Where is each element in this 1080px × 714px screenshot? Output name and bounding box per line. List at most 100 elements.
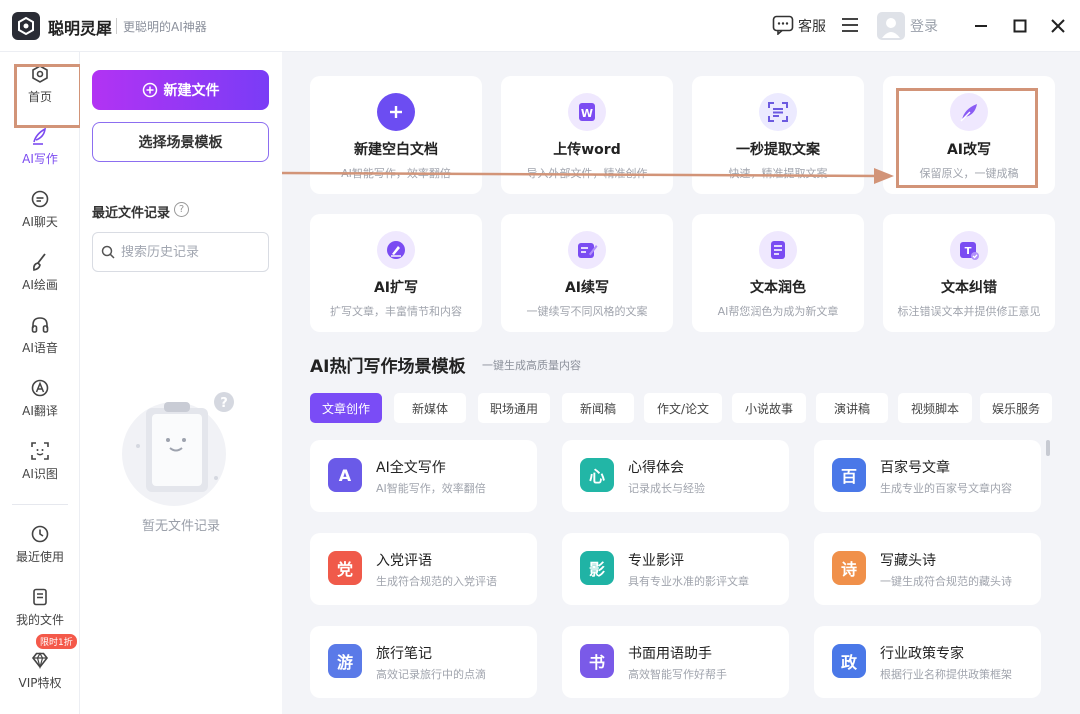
- tab-video-script[interactable]: 视频脚本: [898, 393, 972, 423]
- nav-label: 最近使用: [15, 550, 64, 564]
- recent-files-title: 最近文件记录: [92, 206, 171, 221]
- template-sub: 根据行业名称提供政策框架: [880, 668, 1012, 681]
- search-box[interactable]: [92, 232, 269, 272]
- template-card[interactable]: 百 百家号文章 生成专业的百家号文章内容: [814, 440, 1041, 512]
- nav-item-ai-recognize[interactable]: AI识图: [0, 435, 80, 491]
- template-sub: 高效记录旅行中的点滴: [376, 668, 486, 681]
- avatar[interactable]: [877, 12, 905, 40]
- search-icon: [101, 245, 115, 259]
- main-content: 新建空白文档 AI智能写作，效率翻倍 W 上传word 导入外部文件，精准创作 …: [282, 52, 1080, 714]
- nav-label: AI识图: [22, 467, 58, 481]
- template-card[interactable]: A AI全文写作 AI智能写作，效率翻倍: [310, 440, 537, 512]
- empty-clipboard-icon: ?: [112, 384, 252, 518]
- feature-sub: 一键续写不同风格的文案: [526, 305, 648, 318]
- highlight-box-nav: [14, 64, 82, 128]
- section-subtitle: 一键生成高质量内容: [482, 359, 581, 372]
- title-bar: 聪明灵犀 更聪明的AI神器 客服 登录: [0, 0, 1080, 52]
- select-template-button[interactable]: 选择场景模板: [92, 122, 269, 162]
- tab-press-release[interactable]: 新闻稿: [562, 393, 634, 423]
- template-sub: 生成符合规范的入党评语: [376, 575, 497, 588]
- file-icon: [33, 588, 47, 606]
- file-panel: 新建文件 选择场景模板 最近文件记录 ? ? 暂无文件记录: [80, 52, 282, 714]
- nav-item-ai-writing[interactable]: AI写作: [0, 120, 80, 176]
- app-slogan: 更聪明的AI神器: [123, 20, 207, 34]
- template-title: 书面用语助手: [628, 646, 712, 662]
- nav-item-ai-painting[interactable]: AI绘画: [0, 246, 80, 302]
- poem-icon: 诗: [832, 551, 866, 585]
- maximize-icon[interactable]: [1007, 13, 1033, 39]
- nav-item-vip[interactable]: VIP特权: [0, 644, 80, 700]
- nav-label: AI翻译: [22, 404, 58, 418]
- party-icon: 党: [328, 551, 362, 585]
- login-link[interactable]: 登录: [910, 16, 938, 36]
- main-nav: 首页 AI写作 AI聊天 AI绘画 AI语音 AI翻译 AI识图 最近使用 我的…: [0, 52, 80, 714]
- customer-service-link[interactable]: 客服: [798, 16, 826, 36]
- title-separator: [116, 18, 117, 34]
- baijia-icon: 百: [832, 458, 866, 492]
- template-title: 行业政策专家: [880, 646, 964, 662]
- brush-icon: [33, 253, 46, 271]
- nav-label: VIP特权: [18, 676, 62, 690]
- plus-circle-icon: [142, 82, 157, 98]
- template-card[interactable]: 影 专业影评 具有专业水准的影评文章: [562, 533, 789, 605]
- nav-item-my-files[interactable]: 我的文件: [0, 581, 80, 637]
- tab-novel[interactable]: 小说故事: [732, 393, 806, 423]
- tab-workplace[interactable]: 职场通用: [478, 393, 550, 423]
- tab-entertainment[interactable]: 娱乐服务: [980, 393, 1052, 423]
- clock-icon: [31, 525, 49, 543]
- scan-icon: [31, 442, 49, 460]
- nav-label: AI语音: [22, 341, 58, 355]
- section-title: AI热门写作场景模板: [310, 357, 466, 377]
- nav-label: AI绘画: [22, 278, 58, 292]
- diamond-icon: [31, 652, 49, 670]
- template-card[interactable]: 心 心得体会 记录成长与经验: [562, 440, 789, 512]
- template-sub: 具有专业水准的影评文章: [628, 575, 749, 588]
- annotation-arrow-icon: [282, 168, 894, 184]
- feature-title: 文本纠错: [941, 280, 997, 296]
- nav-item-ai-chat[interactable]: AI聊天: [0, 183, 80, 239]
- tab-speech[interactable]: 演讲稿: [816, 393, 888, 423]
- minimize-icon[interactable]: [968, 13, 994, 39]
- translate-icon: [31, 379, 49, 397]
- nav-label: AI聊天: [22, 215, 58, 229]
- template-card[interactable]: 党 入党评语 生成符合规范的入党评语: [310, 533, 537, 605]
- nav-item-ai-voice[interactable]: AI语音: [0, 309, 80, 365]
- nav-label: 我的文件: [15, 613, 64, 627]
- empty-state-text: 暂无文件记录: [141, 519, 220, 534]
- menu-icon[interactable]: [842, 18, 858, 32]
- scrollbar[interactable]: [1046, 440, 1050, 456]
- search-input[interactable]: [121, 244, 251, 260]
- template-card[interactable]: 游 旅行笔记 高效记录旅行中的点滴: [310, 626, 537, 698]
- template-sub: 高效智能写作好帮手: [628, 668, 727, 681]
- nav-item-recent[interactable]: 最近使用: [0, 518, 80, 574]
- template-sub: AI智能写作，效率翻倍: [376, 482, 486, 495]
- tab-essay[interactable]: 作文/论文: [644, 393, 722, 423]
- app-name: 聪明灵犀: [48, 19, 113, 38]
- template-title: 入党评语: [376, 553, 432, 569]
- feature-title: AI续写: [564, 280, 610, 296]
- template-title: 写藏头诗: [880, 553, 936, 569]
- ai-write-icon: A: [328, 458, 362, 492]
- template-card[interactable]: 书 书面用语助手 高效智能写作好帮手: [562, 626, 789, 698]
- template-title: AI全文写作: [376, 460, 446, 476]
- template-sub: 记录成长与经验: [628, 482, 705, 495]
- notebook-icon: 心: [580, 458, 614, 492]
- new-file-label: 新建文件: [163, 83, 220, 99]
- template-card[interactable]: 诗 写藏头诗 一键生成符合规范的藏头诗: [814, 533, 1041, 605]
- pen-icon: [33, 127, 46, 145]
- feature-title: AI扩写: [373, 280, 419, 296]
- nav-divider: [12, 504, 68, 505]
- nav-item-ai-translate[interactable]: AI翻译: [0, 372, 80, 428]
- tab-article[interactable]: 文章创作: [310, 393, 382, 423]
- book-icon: 书: [580, 644, 614, 678]
- help-icon[interactable]: ?: [174, 202, 189, 217]
- new-file-button[interactable]: 新建文件: [92, 70, 269, 110]
- template-title: 百家号文章: [880, 460, 950, 476]
- template-card[interactable]: 政 行业政策专家 根据行业名称提供政策框架: [814, 626, 1041, 698]
- policy-icon: 政: [832, 644, 866, 678]
- close-icon[interactable]: [1045, 13, 1071, 39]
- feature-sub: 标注错误文本并提供修正意见: [897, 305, 1041, 318]
- tab-new-media[interactable]: 新媒体: [394, 393, 466, 423]
- feature-sub: AI帮您润色为成为新文章: [717, 305, 839, 318]
- customer-service-icon[interactable]: [772, 15, 794, 39]
